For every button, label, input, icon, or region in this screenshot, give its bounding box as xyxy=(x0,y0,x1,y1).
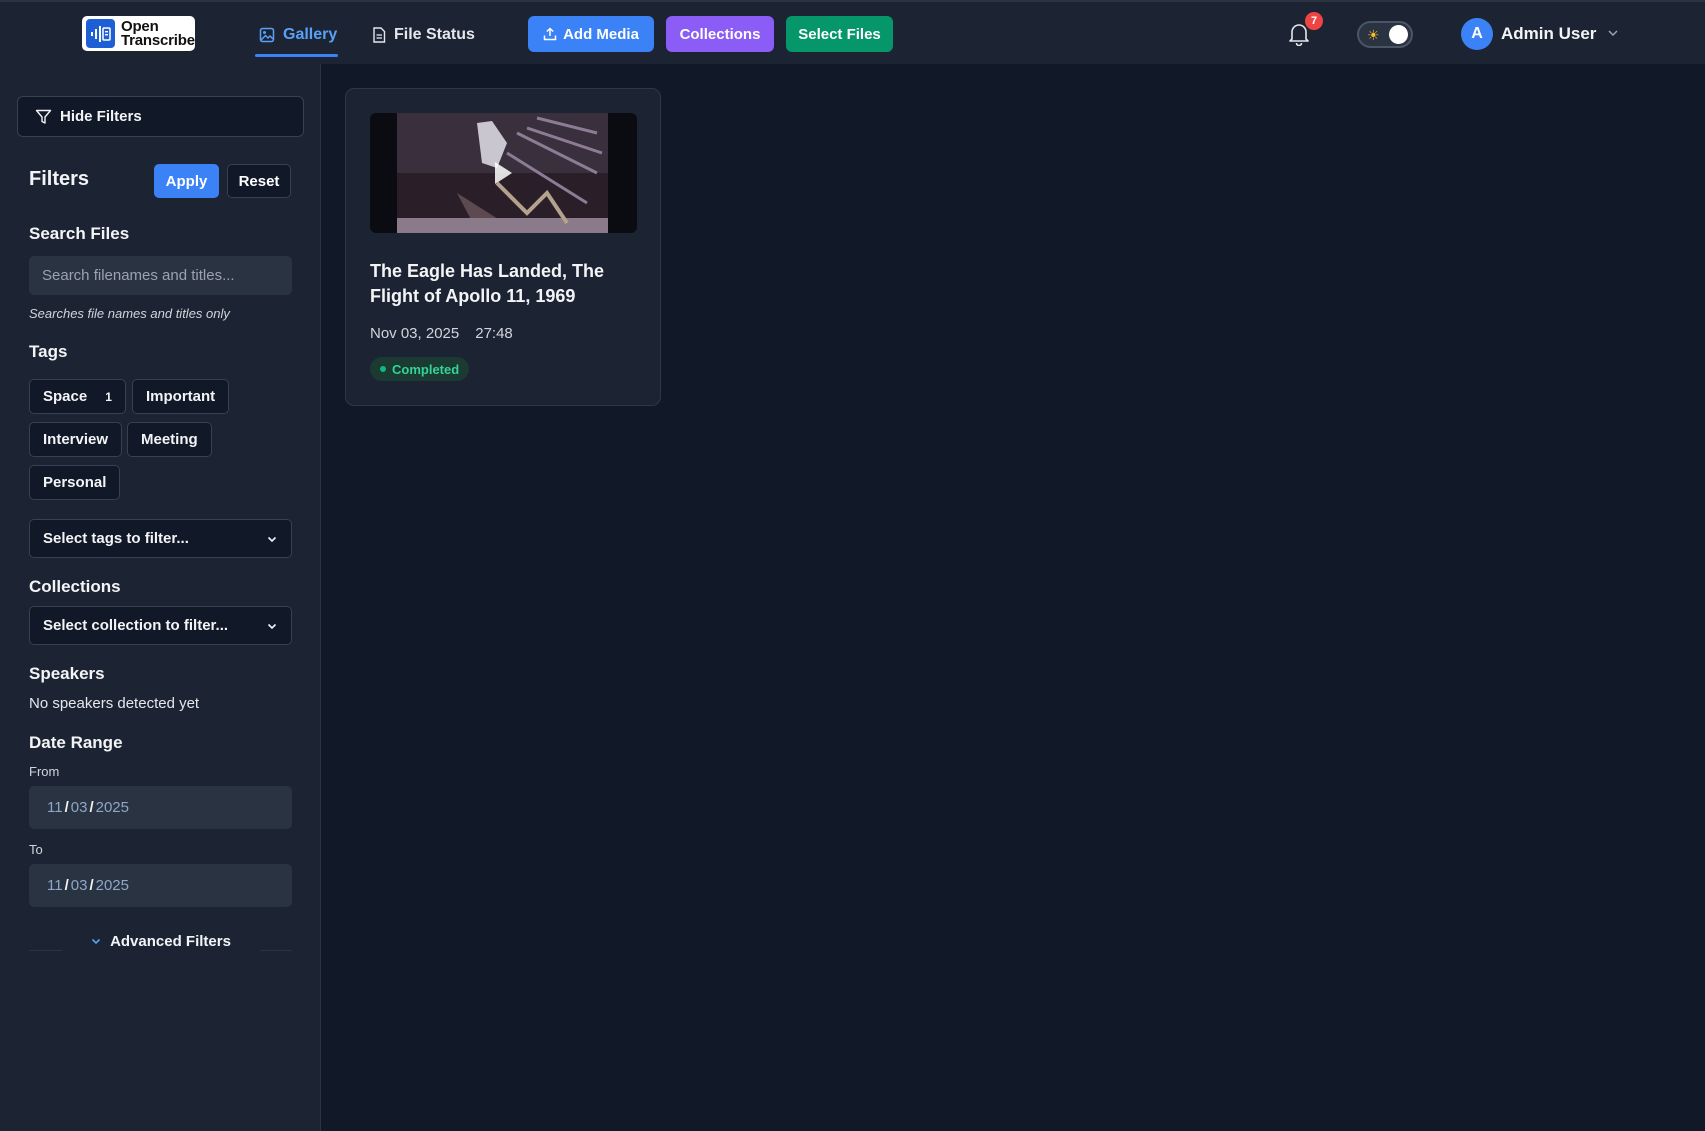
sun-icon: ☀ xyxy=(1367,27,1380,43)
from-date-input[interactable]: 11 / 03 / 2025 xyxy=(29,786,292,829)
collections-button[interactable]: Collections xyxy=(666,16,774,52)
image-icon xyxy=(259,27,275,43)
filter-icon xyxy=(35,109,52,124)
to-date-input[interactable]: 11 / 03 / 2025 xyxy=(29,864,292,907)
apply-button[interactable]: Apply xyxy=(154,164,219,198)
play-icon[interactable] xyxy=(495,162,512,184)
date-separator: / xyxy=(89,877,94,894)
date-separator: / xyxy=(89,799,94,816)
hide-filters-label: Hide Filters xyxy=(60,108,142,125)
app-name: Open Transcribe xyxy=(121,17,195,49)
collections-label: Collections xyxy=(679,25,761,43)
reset-button[interactable]: Reset xyxy=(227,164,291,198)
app-window: Open Transcribe Gallery File Status Add … xyxy=(0,0,1705,1131)
status-badge: Completed xyxy=(370,357,470,381)
tag-space[interactable]: Space 1 xyxy=(29,379,126,414)
chevron-down-icon[interactable] xyxy=(1606,26,1620,40)
chevron-down-icon xyxy=(267,623,277,629)
collection-select-label: Select collection to filter... xyxy=(43,617,229,634)
theme-toggle[interactable]: ☀ xyxy=(1357,21,1413,48)
filters-heading: Filters xyxy=(29,168,90,190)
collections-heading: Collections xyxy=(29,577,121,596)
video-thumbnail[interactable] xyxy=(370,113,637,233)
filters-sidebar: Hide Filters Filters Apply Reset Search … xyxy=(0,64,321,1131)
tag-label: Important xyxy=(146,388,216,405)
document-icon xyxy=(373,27,386,43)
tag-meeting[interactable]: Meeting xyxy=(127,422,212,457)
date-separator: / xyxy=(64,877,69,894)
tab-file-status-label: File Status xyxy=(394,26,475,43)
user-name[interactable]: Admin User xyxy=(1501,24,1596,44)
to-label: To xyxy=(29,842,43,857)
date-range-heading: Date Range xyxy=(29,733,123,752)
media-date: Nov 03, 2025 xyxy=(370,325,460,342)
advanced-filters-label: Advanced Filters xyxy=(110,932,231,950)
media-card[interactable]: The Eagle Has Landed, The Flight of Apol… xyxy=(345,88,661,406)
search-hint: Searches file names and titles only xyxy=(29,306,230,321)
waveform-icon xyxy=(86,19,115,48)
tag-label: Space xyxy=(43,388,88,405)
advanced-filters-toggle[interactable]: Advanced Filters xyxy=(29,929,292,953)
chevron-down-icon xyxy=(267,536,277,542)
tags-select-label: Select tags to filter... xyxy=(43,530,189,547)
top-bar: Open Transcribe Gallery File Status Add … xyxy=(0,2,1705,64)
toggle-knob xyxy=(1389,25,1408,44)
speakers-empty-text: No speakers detected yet xyxy=(29,695,200,712)
tag-label: Interview xyxy=(43,431,109,448)
add-media-label: Add Media xyxy=(563,25,639,43)
tags-select[interactable]: Select tags to filter... xyxy=(29,519,292,558)
media-title[interactable]: The Eagle Has Landed, The Flight of Apol… xyxy=(370,259,640,309)
tags-heading: Tags xyxy=(29,342,68,361)
from-year: 2025 xyxy=(95,799,129,816)
status-label: Completed xyxy=(392,361,460,377)
tag-interview[interactable]: Interview xyxy=(29,422,123,457)
tag-personal[interactable]: Personal xyxy=(29,465,121,500)
to-day: 03 xyxy=(70,877,88,894)
active-tab-indicator xyxy=(255,54,338,57)
search-files-heading: Search Files xyxy=(29,224,130,243)
tag-label: Personal xyxy=(43,474,107,491)
media-meta: Nov 03, 2025 27:48 xyxy=(370,325,513,342)
hide-filters-button[interactable]: Hide Filters xyxy=(17,96,304,137)
select-files-button[interactable]: Select Files xyxy=(786,16,893,52)
collection-select[interactable]: Select collection to filter... xyxy=(29,606,292,645)
tab-gallery[interactable]: Gallery xyxy=(259,22,337,48)
tab-file-status[interactable]: File Status xyxy=(372,22,475,48)
status-dot-icon xyxy=(380,366,386,372)
from-label: From xyxy=(29,764,60,779)
tag-label: Meeting xyxy=(141,431,198,448)
speakers-heading: Speakers xyxy=(29,664,105,683)
notification-badge: 7 xyxy=(1305,12,1323,30)
app-logo[interactable]: Open Transcribe xyxy=(82,16,195,51)
from-day: 03 xyxy=(70,799,88,816)
tab-gallery-label: Gallery xyxy=(283,26,338,43)
tag-count: 1 xyxy=(105,389,112,404)
avatar[interactable]: A xyxy=(1461,18,1493,50)
date-separator: / xyxy=(64,799,69,816)
from-month: 11 xyxy=(47,799,63,816)
add-media-button[interactable]: Add Media xyxy=(528,16,654,52)
search-input[interactable] xyxy=(29,256,292,295)
tag-important[interactable]: Important xyxy=(132,379,230,414)
to-year: 2025 xyxy=(95,877,129,894)
to-month: 11 xyxy=(47,877,63,894)
media-duration: 27:48 xyxy=(475,325,513,342)
select-files-label: Select Files xyxy=(798,25,881,43)
upload-icon xyxy=(543,27,557,41)
chevron-down-icon xyxy=(91,938,101,945)
